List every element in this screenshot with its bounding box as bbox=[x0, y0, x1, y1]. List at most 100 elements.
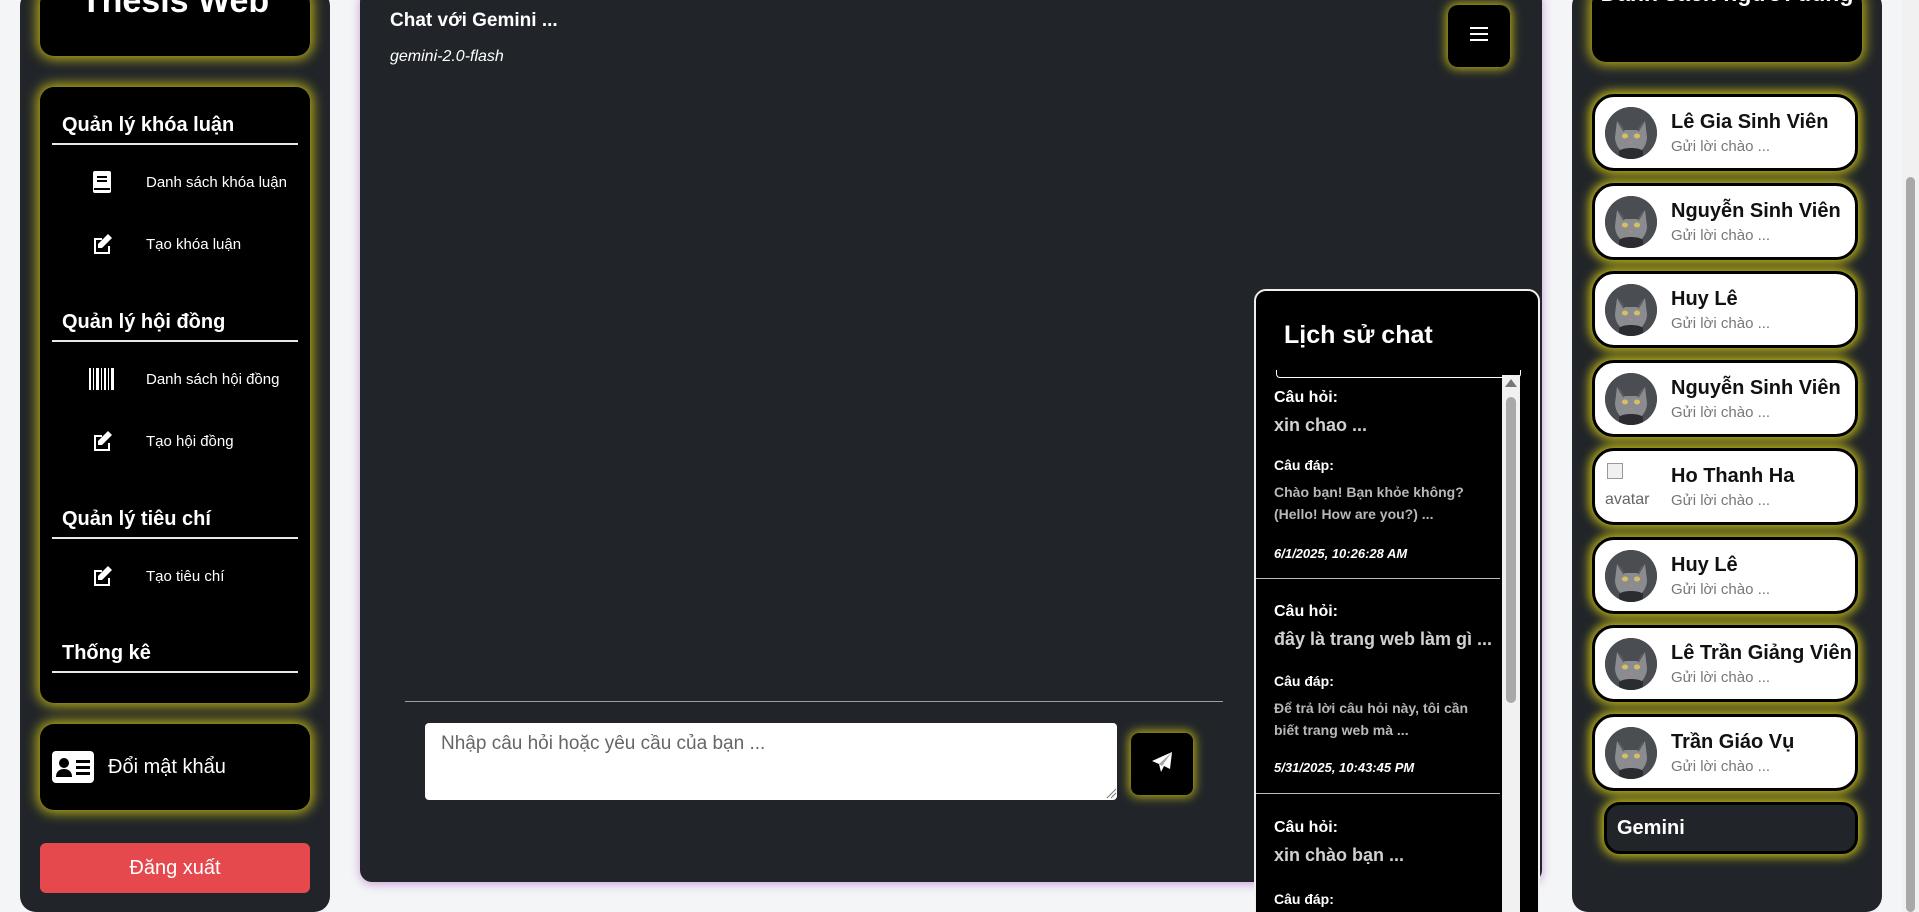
user-info: Huy Lê Gửi lời chào ... bbox=[1671, 554, 1770, 598]
user-card[interactable]: Lê Gia Sinh Viên Gửi lời chào ... bbox=[1592, 94, 1858, 171]
barcode-icon bbox=[52, 368, 142, 390]
user-last-message: Gửi lời chào ... bbox=[1671, 757, 1771, 775]
user-last-message: Gửi lời chào ... bbox=[1671, 137, 1771, 155]
book-icon bbox=[52, 170, 142, 194]
brand-logo[interactable]: Thesis Web bbox=[40, 0, 310, 56]
chat-menu-button[interactable] bbox=[1448, 5, 1510, 67]
user-card[interactable]: Nguyễn Sinh Viên Gửi lời chào ... bbox=[1592, 183, 1858, 260]
id-card-icon bbox=[52, 751, 94, 783]
user-card[interactable]: Trần Giáo Vụ Gửi lời chào ... bbox=[1592, 714, 1858, 791]
input-divider bbox=[405, 701, 1223, 702]
history-separator bbox=[1256, 793, 1500, 794]
chat-title: Chat với Gemini ... bbox=[390, 10, 558, 31]
chat-input[interactable] bbox=[425, 723, 1117, 800]
user-info: Ho Thanh Ha Gửi lời chào ... bbox=[1671, 465, 1794, 509]
page-scrollbar[interactable] bbox=[1902, 0, 1919, 912]
user-name: Lê Trần Giảng Viên bbox=[1671, 641, 1852, 664]
history-separator bbox=[1256, 578, 1500, 579]
user-last-message: Gửi lời chào ... bbox=[1671, 226, 1771, 244]
edit-icon bbox=[52, 429, 142, 453]
history-answer: Chào bạn! Bạn khỏe không? (Hello! How ar… bbox=[1274, 484, 1464, 522]
user-info: Nguyễn Sinh Viên Gửi lời chào ... bbox=[1671, 200, 1841, 244]
menu-item-create-thesis[interactable]: Tạo khóa luận bbox=[52, 221, 298, 267]
history-answer: Để trả lời câu hỏi này, tôi cần biết tra… bbox=[1274, 700, 1469, 738]
menu-item-label: Danh sách hội đồng bbox=[146, 370, 280, 388]
menu-item-label: Tạo khóa luận bbox=[146, 235, 242, 253]
user-last-message: Gửi lời chào ... bbox=[1671, 403, 1771, 421]
right-sidebar: Danh sách người dùng Lê Gia Sinh Viên Gửi… bbox=[1572, 0, 1882, 912]
menu-section-criteria: Quản lý tiêu chí bbox=[52, 499, 298, 539]
logout-button[interactable]: Đăng xuất bbox=[40, 843, 310, 893]
history-question: đây là trang web làm gì ... bbox=[1274, 629, 1493, 649]
edit-icon bbox=[52, 564, 142, 588]
admin-menu: Quản lý khóa luận Danh sách khóa luận Tạ… bbox=[40, 87, 310, 703]
user-card[interactable]: Huy Lê Gửi lời chào ... bbox=[1592, 537, 1858, 614]
brand-text: Thesis Web bbox=[80, 0, 270, 20]
chat-history-list[interactable]: Câu hỏi: xin chao ... Câu đáp: Chào bạn!… bbox=[1256, 375, 1500, 912]
user-info: Trần Giáo Vụ Gửi lời chào ... bbox=[1671, 731, 1794, 775]
user-info: Huy Lê Gửi lời chào ... bbox=[1671, 288, 1770, 332]
users-title: Danh sách người dùng bbox=[1592, 0, 1862, 8]
menu-item-label: Tạo hội đồng bbox=[146, 432, 234, 450]
history-timestamp: 6/1/2025, 10:26:28 AM bbox=[1274, 546, 1408, 561]
change-password-label: Đổi mật khẩu bbox=[108, 755, 226, 778]
chat-model-name: gemini-2.0-flash bbox=[390, 48, 504, 65]
menu-section-council: Quản lý hội đồng bbox=[52, 302, 298, 342]
gemini-chat-button[interactable]: Gemini bbox=[1604, 802, 1858, 854]
avatar-broken-image: avatar bbox=[1605, 461, 1657, 513]
avatar bbox=[1605, 372, 1657, 425]
scroll-up-icon[interactable] bbox=[1505, 379, 1517, 387]
question-label: Câu hỏi: bbox=[1274, 389, 1338, 406]
menu-section-statistics[interactable]: Thống kê bbox=[52, 633, 298, 673]
question-label: Câu hỏi: bbox=[1274, 819, 1338, 836]
user-last-message: Gửi lời chào ... bbox=[1671, 580, 1771, 598]
menu-item-create-criteria[interactable]: Tạo tiêu chí bbox=[52, 553, 298, 599]
avatar bbox=[1605, 549, 1657, 602]
resize-grip-icon[interactable] bbox=[1105, 787, 1117, 799]
user-info: Nguyễn Sinh Viên Gửi lời chào ... bbox=[1671, 377, 1841, 421]
user-name: Ho Thanh Ha bbox=[1671, 464, 1795, 487]
history-timestamp: 5/31/2025, 10:43:45 PM bbox=[1274, 760, 1415, 775]
users-title-box: Danh sách người dùng bbox=[1592, 0, 1862, 62]
hamburger-icon bbox=[1470, 26, 1488, 47]
user-name: Trần Giáo Vụ bbox=[1671, 730, 1795, 753]
history-scroll-thumb[interactable] bbox=[1506, 397, 1516, 703]
question-label: Câu hỏi: bbox=[1274, 603, 1338, 620]
chat-history-panel: Lịch sử chat Câu hỏi: xin chao ... Câu đ… bbox=[1254, 289, 1540, 912]
send-button[interactable] bbox=[1131, 733, 1193, 795]
history-entry[interactable]: Câu hỏi: xin chào bạn ... Câu đáp: bbox=[1256, 805, 1500, 912]
user-name: Huy Lê bbox=[1671, 287, 1738, 310]
user-card[interactable]: avatar Ho Thanh Ha Gửi lời chào ... bbox=[1592, 448, 1858, 525]
history-scrollbar[interactable] bbox=[1502, 375, 1520, 912]
menu-item-label: Danh sách khóa luận bbox=[146, 173, 287, 191]
answer-label: Câu đáp: bbox=[1274, 457, 1334, 473]
change-password-button[interactable]: Đổi mật khẩu bbox=[40, 724, 310, 810]
user-name: Nguyễn Sinh Viên bbox=[1671, 376, 1841, 399]
avatar-alt-text: avatar bbox=[1605, 490, 1650, 508]
user-last-message: Gửi lời chào ... bbox=[1671, 668, 1771, 686]
user-name: Huy Lê bbox=[1671, 553, 1738, 576]
menu-item-label: Tạo tiêu chí bbox=[146, 567, 225, 585]
menu-item-thesis-list[interactable]: Danh sách khóa luận bbox=[52, 159, 298, 205]
user-last-message: Gửi lời chào ... bbox=[1671, 491, 1771, 509]
user-card[interactable]: Nguyễn Sinh Viên Gửi lời chào ... bbox=[1592, 360, 1858, 437]
chat-history-title: Lịch sử chat bbox=[1284, 321, 1433, 349]
broken-image-icon bbox=[1607, 462, 1623, 479]
user-name: Nguyễn Sinh Viên bbox=[1671, 199, 1841, 222]
menu-section-thesis: Quản lý khóa luận bbox=[52, 105, 298, 145]
paper-plane-icon bbox=[1151, 751, 1173, 778]
menu-item-council-list[interactable]: Danh sách hội đồng bbox=[52, 356, 298, 402]
left-sidebar: Thesis Web Quản lý khóa luận Danh sách k… bbox=[20, 0, 330, 912]
history-entry[interactable]: Câu hỏi: xin chao ... Câu đáp: Chào bạn!… bbox=[1256, 375, 1500, 585]
user-card[interactable]: Lê Trần Giảng Viên Gửi lời chào ... bbox=[1592, 625, 1858, 702]
avatar bbox=[1605, 637, 1657, 690]
user-card[interactable]: Huy Lê Gửi lời chào ... bbox=[1592, 271, 1858, 348]
avatar bbox=[1605, 195, 1657, 248]
user-info: Lê Trần Giảng Viên Gửi lời chào ... bbox=[1671, 642, 1852, 686]
history-entry[interactable]: Câu hỏi: đây là trang web làm gì ... Câu… bbox=[1256, 589, 1500, 799]
avatar bbox=[1605, 283, 1657, 336]
history-question: xin chào bạn ... bbox=[1274, 845, 1405, 865]
page-scroll-thumb[interactable] bbox=[1906, 177, 1915, 912]
avatar bbox=[1605, 106, 1657, 159]
menu-item-create-council[interactable]: Tạo hội đồng bbox=[52, 418, 298, 464]
